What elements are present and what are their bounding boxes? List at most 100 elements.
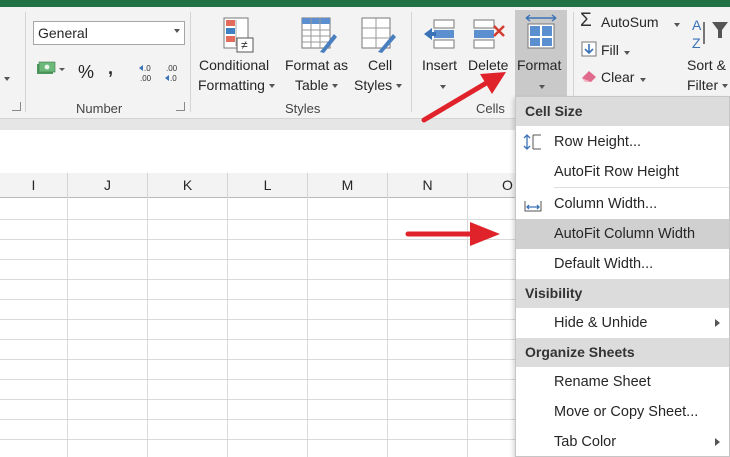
number-group-label: Number (76, 101, 123, 116)
clear-button[interactable]: Clear (580, 67, 660, 89)
column-header-M[interactable]: M (308, 173, 388, 197)
svg-text:.00: .00 (140, 74, 152, 83)
row-height-icon (523, 134, 541, 150)
conditional-formatting-label2: Formatting (198, 77, 275, 93)
group-separator (190, 12, 191, 112)
increase-decimal-button[interactable]: .0 .00 (138, 62, 158, 84)
svg-text:Z: Z (692, 35, 701, 51)
column-width-icon (524, 201, 542, 212)
menu-item-hide-unhide-label: Hide & Unhide (554, 315, 648, 331)
menu-item-autofit-column-width[interactable]: AutoFit Column Width (516, 219, 729, 249)
format-as-table-label2-text: Table (295, 77, 329, 93)
menu-divider (554, 187, 729, 188)
sigma-icon: Σ (580, 10, 592, 31)
decrease-decimal-icon: .00 .0 (165, 64, 178, 83)
alignment-launcher-icon[interactable] (12, 102, 21, 111)
format-cells-button[interactable]: Format (515, 10, 567, 96)
clear-caret (636, 71, 646, 89)
menu-section-visibility: Visibility (516, 279, 729, 308)
format-as-table-label1: Format as (285, 57, 349, 73)
menu-item-move-copy-sheet[interactable]: Move or Copy Sheet... (516, 397, 729, 427)
number-format-dropdown[interactable]: General (33, 21, 185, 45)
format-dropdown-menu: Cell Size Row Height... AutoFit Row Heig… (515, 96, 730, 457)
autosum-caret (670, 16, 680, 34)
column-header-L[interactable]: L (228, 173, 308, 197)
format-cells-icon (525, 14, 557, 49)
column-header-I[interactable]: I (0, 173, 68, 197)
red-arrow-icon (405, 222, 500, 246)
red-arrow-icon (421, 72, 506, 123)
clear-label: Clear (601, 69, 635, 85)
menu-item-hide-unhide[interactable]: Hide & Unhide (516, 308, 729, 338)
menu-item-default-width[interactable]: Default Width... (516, 249, 729, 279)
menu-item-row-height[interactable]: Row Height... (516, 127, 729, 157)
styles-group-label: Styles (285, 101, 321, 116)
accounting-format-button[interactable] (36, 61, 66, 84)
menu-item-rename-sheet[interactable]: Rename Sheet (516, 367, 729, 397)
menu-item-rename-sheet-label: Rename Sheet (554, 374, 651, 390)
conditional-formatting-icon: ≠ (223, 17, 254, 53)
svg-text:A: A (692, 17, 702, 33)
menu-item-tab-color[interactable]: Tab Color (516, 427, 729, 457)
sort-filter-label2-text: Filter (687, 77, 719, 93)
format-as-table-label2: Table (295, 77, 339, 93)
menu-item-column-width-label: Column Width... (554, 196, 658, 212)
menu-item-autofit-column-width-label: AutoFit Column Width (554, 226, 696, 242)
svg-text:≠: ≠ (241, 38, 248, 52)
grid-col-line (387, 197, 388, 457)
cell-styles-icon (361, 17, 396, 53)
menu-item-row-height-label: Row Height... (554, 134, 642, 150)
percent-style-button[interactable]: % (78, 62, 94, 83)
decrease-decimal-button[interactable]: .00 .0 (164, 62, 184, 84)
grid-col-line (147, 197, 148, 457)
autosum-button[interactable]: Σ AutoSum (580, 10, 685, 34)
format-as-table-button[interactable]: Format as Table (284, 12, 354, 94)
menu-item-default-width-label: Default Width... (554, 256, 654, 272)
group-separator (573, 12, 574, 96)
fill-down-icon (581, 41, 597, 57)
fill-label: Fill (601, 42, 619, 58)
cell-styles-button[interactable]: Cell Styles (352, 12, 408, 94)
grid-col-line (227, 197, 228, 457)
autosum-label: AutoSum (601, 14, 659, 30)
format-caret (535, 78, 545, 96)
svg-text:.0: .0 (144, 64, 151, 73)
submenu-arrow-icon (715, 319, 720, 327)
group-separator (25, 12, 26, 112)
menu-item-autofit-row-height-label: AutoFit Row Height (554, 164, 679, 180)
group-separator (411, 12, 412, 112)
format-as-table-icon (301, 17, 337, 53)
cell-styles-label2: Styles (354, 77, 403, 93)
menu-item-autofit-row-height[interactable]: AutoFit Row Height (516, 157, 729, 187)
menu-item-tab-color-label: Tab Color (554, 434, 617, 450)
accounting-icon (37, 61, 65, 74)
sort-filter-button[interactable]: A Z Sort & Filter (684, 12, 730, 94)
partial-caret-icon[interactable] (0, 70, 10, 88)
increase-decimal-icon: .0 .00 (139, 64, 152, 83)
sort-filter-label2: Filter (687, 77, 729, 93)
menu-item-move-copy-sheet-label: Move or Copy Sheet... (554, 404, 699, 420)
conditional-formatting-button[interactable]: ≠ Conditional Formatting (198, 12, 278, 94)
column-header-J[interactable]: J (68, 173, 148, 197)
format-label: Format (517, 57, 562, 73)
cell-styles-label1: Cell (368, 57, 393, 73)
number-launcher-icon[interactable] (176, 102, 185, 111)
column-header-N[interactable]: N (388, 173, 468, 197)
fill-button[interactable]: Fill (580, 40, 650, 62)
comma-style-button[interactable]: , (108, 58, 113, 79)
chevron-down-icon (174, 29, 180, 33)
fill-caret (620, 44, 630, 62)
title-bar-strip (0, 0, 730, 7)
svg-text:.00: .00 (166, 64, 178, 73)
menu-section-organize-sheets: Organize Sheets (516, 338, 729, 367)
grid-col-line (67, 197, 68, 457)
conditional-formatting-label1: Conditional (199, 57, 270, 73)
menu-section-cell-size: Cell Size (516, 97, 729, 126)
sort-filter-label1: Sort & (687, 57, 726, 73)
menu-item-column-width[interactable]: Column Width... (516, 189, 729, 219)
insert-cells-icon (424, 19, 455, 49)
svg-text:.0: .0 (170, 74, 177, 83)
column-header-K[interactable]: K (148, 173, 228, 197)
conditional-formatting-label2-text: Formatting (198, 77, 265, 93)
number-format-value: General (38, 25, 88, 41)
